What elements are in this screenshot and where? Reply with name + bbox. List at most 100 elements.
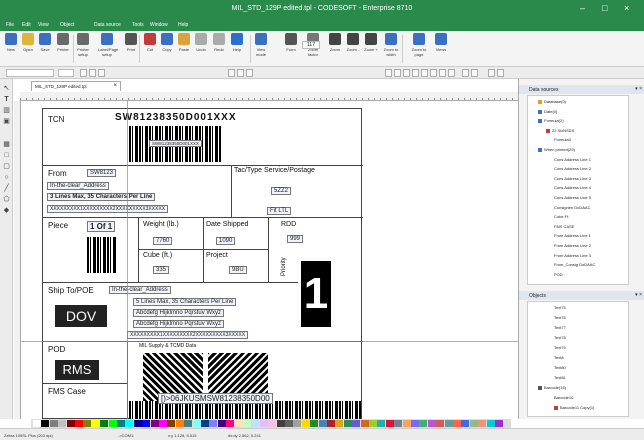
palette-swatch[interactable]: [49, 420, 58, 427]
palette-swatch[interactable]: [226, 420, 235, 427]
arrange-button-7[interactable]: [439, 69, 446, 77]
project-value[interactable]: 9BU: [229, 266, 247, 274]
palette-swatch[interactable]: [394, 420, 403, 427]
menu-object[interactable]: Object: [60, 22, 74, 28]
object-tree-item[interactable]: Text77: [554, 325, 566, 330]
menu-edit[interactable]: Edit: [22, 22, 31, 28]
close-icon[interactable]: ×: [624, 4, 629, 13]
rounded-rectangle-tool-icon[interactable]: ▢: [3, 163, 10, 170]
ribbon-printer-button[interactable]: Printer: [54, 33, 72, 52]
rotate-button[interactable]: [462, 69, 469, 77]
barcode-tool-icon[interactable]: ▥: [3, 107, 10, 114]
rms-block[interactable]: RMS: [55, 360, 99, 380]
ribbon-redo-button[interactable]: Redo: [210, 33, 228, 52]
data-source-tree-item[interactable]: Date(0): [538, 109, 557, 114]
palette-swatch[interactable]: [108, 420, 117, 427]
palette-swatch[interactable]: [133, 420, 142, 427]
palette-swatch[interactable]: [83, 420, 92, 427]
palette-swatch[interactable]: [369, 420, 377, 427]
menu-data-source[interactable]: Data source: [94, 22, 121, 28]
menu-file[interactable]: File: [6, 22, 14, 28]
from-value[interactable]: SW8123: [87, 169, 117, 177]
palette-swatch[interactable]: [318, 420, 327, 427]
ribbon-views-button[interactable]: Views: [432, 33, 450, 52]
palette-swatch[interactable]: [58, 420, 67, 427]
data-source-tree-item[interactable]: 22 SixNSDS: [546, 128, 574, 133]
from-address[interactable]: In-the-clear_Address: [47, 182, 109, 190]
data-source-tree-item[interactable]: Formula(2): [538, 118, 564, 123]
arrange-button-5[interactable]: [421, 69, 428, 77]
ribbon-help-button[interactable]: Help: [228, 33, 246, 52]
data-source-tree-item[interactable]: Cons Address Line 1: [554, 157, 591, 162]
object-tree-item[interactable]: Text79: [554, 345, 566, 350]
palette-swatch[interactable]: [411, 420, 419, 427]
text-tool-icon[interactable]: T: [3, 96, 10, 103]
bottom-barcode-text[interactable]: [)>06JKUSMSW81238350D00: [158, 393, 273, 404]
palette-swatch[interactable]: [276, 420, 285, 427]
arrange-button-8[interactable]: [448, 69, 455, 77]
align-center-button[interactable]: [237, 69, 244, 77]
palette-swatch[interactable]: [234, 420, 243, 427]
palette-swatch[interactable]: [285, 420, 293, 427]
palette-swatch[interactable]: [469, 420, 478, 427]
pointer-tool-icon[interactable]: ↖: [3, 85, 10, 92]
ship-to-line-1[interactable]: Abcdefg Hijklmno Pqrstuv Wxyz: [133, 309, 225, 317]
palette-swatch[interactable]: [217, 420, 226, 427]
object-tree-item[interactable]: Barcode10: [554, 395, 573, 400]
object-tree-item[interactable]: Text78: [554, 335, 566, 340]
priority-value[interactable]: 1: [301, 261, 331, 327]
palette-swatch[interactable]: [495, 420, 503, 427]
palette-swatch[interactable]: [100, 420, 109, 427]
close-objects-icon[interactable]: ▾ ×: [635, 292, 642, 298]
palette-swatch[interactable]: [377, 420, 386, 427]
object-tree-item[interactable]: Barcode11 Copy(1): [554, 405, 594, 410]
dov-block[interactable]: DOV: [55, 305, 107, 327]
palette-swatch[interactable]: [259, 420, 268, 427]
data-source-tree-item[interactable]: FMS CASE: [554, 224, 574, 229]
object-tree-item[interactable]: Barcode(16): [538, 385, 566, 390]
palette-swatch[interactable]: [91, 420, 100, 427]
align-left-button[interactable]: [228, 69, 235, 77]
ribbon-zoom--button[interactable]: Zoom +: [362, 33, 380, 52]
palette-swatch[interactable]: [335, 420, 344, 427]
arrange-button-6[interactable]: [430, 69, 437, 77]
ellipse-tool-icon[interactable]: ○: [3, 174, 10, 181]
palette-swatch[interactable]: [167, 420, 176, 427]
font-size-select[interactable]: [58, 69, 74, 77]
data-source-tree-item[interactable]: POD: [554, 272, 563, 277]
data-source-tree-item[interactable]: From Address Line 1: [554, 233, 591, 238]
palette-swatch[interactable]: [201, 420, 209, 427]
object-tree-item[interactable]: Text81: [554, 375, 566, 380]
ribbon-copy-button[interactable]: Copy: [158, 33, 176, 52]
palette-swatch[interactable]: [75, 420, 83, 427]
data-source-tree-item[interactable]: From Address Line 2: [554, 243, 591, 248]
menu-window[interactable]: Window: [150, 22, 168, 28]
palette-swatch[interactable]: [159, 420, 167, 427]
ungroup-button[interactable]: [497, 69, 504, 77]
ribbon-print-button[interactable]: Print: [122, 33, 140, 52]
font-name-select[interactable]: [6, 69, 54, 77]
palette-swatch[interactable]: [41, 420, 50, 427]
palette-swatch[interactable]: [310, 420, 319, 427]
data-source-tree-item[interactable]: From Address Line 3: [554, 253, 591, 258]
palette-swatch[interactable]: [243, 420, 251, 427]
palette-swatch[interactable]: [436, 420, 445, 427]
image-tool-icon[interactable]: ▣: [3, 118, 10, 125]
object-tree-item[interactable]: Text76: [554, 315, 566, 320]
fit-ltl-value[interactable]: Fit LTL: [267, 207, 292, 215]
ribbon-zoom-to-width-button[interactable]: Zoom to width: [382, 33, 400, 57]
palette-swatch[interactable]: [478, 420, 487, 427]
line-tool-icon[interactable]: ╱: [3, 185, 10, 192]
group-button[interactable]: [488, 69, 495, 77]
weight-value[interactable]: 7760: [153, 237, 173, 245]
data-source-tree-item[interactable]: Cons Address Line 5: [554, 195, 591, 200]
ribbon-cut-button[interactable]: Cut: [141, 33, 159, 52]
tcn-barcode-sub[interactable]: SW81238350D001XXX: [149, 140, 203, 147]
close-panel-icon[interactable]: ▾ ×: [635, 86, 642, 92]
palette-swatch[interactable]: [486, 420, 495, 427]
table-tool-icon[interactable]: ▦: [3, 141, 10, 148]
ship-to-line-2[interactable]: Abcdefg Hijklmno Pqrstuv Wxyz: [133, 320, 225, 328]
data-source-tree-item[interactable]: Consignee DoDAAC: [554, 205, 590, 210]
close-tab-icon[interactable]: ×: [113, 83, 117, 89]
ship-to-address[interactable]: In-the-clear_Address: [109, 286, 171, 294]
